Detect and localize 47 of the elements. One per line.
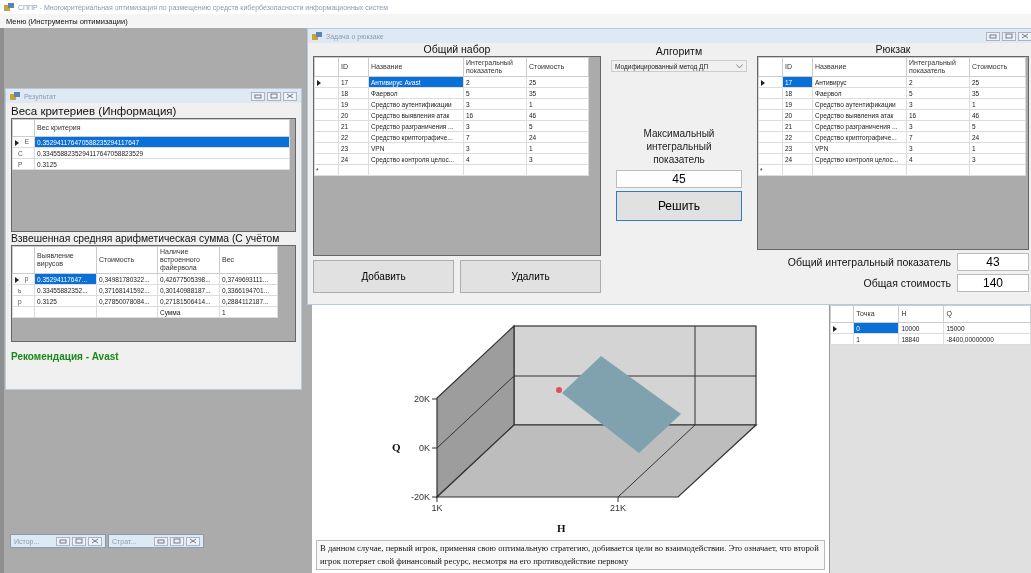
delete-button[interactable]: Удалить bbox=[460, 260, 601, 293]
row-header[interactable] bbox=[758, 76, 783, 88]
row-header[interactable] bbox=[314, 76, 339, 88]
total-index-label: Общий интегральный показатель bbox=[787, 256, 951, 268]
section-heading: Рюкзак bbox=[875, 43, 911, 56]
minimize-button[interactable] bbox=[251, 91, 265, 101]
current-row-icon bbox=[15, 276, 19, 283]
algorithm-label: Алгоритм bbox=[655, 45, 703, 58]
current-row-icon bbox=[15, 139, 19, 146]
total-cost-label: Общая стоимость bbox=[863, 277, 951, 289]
close-button[interactable] bbox=[88, 536, 102, 546]
app-icon bbox=[312, 31, 322, 41]
restore-button[interactable] bbox=[72, 536, 86, 546]
add-button[interactable]: Добавить bbox=[313, 260, 454, 293]
minimize-button[interactable] bbox=[986, 31, 1000, 41]
axis-title: Q bbox=[392, 441, 401, 453]
row-header[interactable] bbox=[830, 322, 854, 334]
current-row-icon bbox=[761, 79, 765, 86]
close-button[interactable] bbox=[1018, 31, 1031, 41]
axis-tick-label: 20K bbox=[414, 394, 430, 404]
close-button[interactable] bbox=[283, 91, 297, 101]
current-row-icon bbox=[833, 325, 837, 332]
axis-title: H bbox=[557, 522, 566, 534]
section-heading: Веса критериев (Информация) bbox=[11, 105, 178, 117]
app-icon bbox=[4, 2, 14, 12]
max-index-field[interactable]: 45 bbox=[616, 170, 742, 188]
section-heading: Общий набор bbox=[423, 43, 491, 56]
solve-button[interactable]: Решить bbox=[616, 191, 742, 221]
axis-tick-label: 1K bbox=[431, 503, 443, 513]
conclusion-text: В данном случае, первый игрок, применяя свою оптимальную стратегию, добивается цели во взаимодействии. Это означает, что второй игрок потеряет свой финансовый ресурс, несмотря на его противодействие первому bbox=[316, 540, 825, 570]
close-button[interactable] bbox=[186, 536, 200, 546]
minimize-button[interactable] bbox=[154, 536, 168, 546]
axis-tick-label: -20K bbox=[411, 492, 430, 502]
minimize-button[interactable] bbox=[56, 536, 70, 546]
current-row-icon bbox=[317, 79, 321, 86]
recommendation-text: Рекомендация - Avast bbox=[11, 351, 120, 362]
app-icon bbox=[10, 91, 20, 101]
section-heading: Взвешенная средняя арифметическая сумма (С учётом bbox=[11, 233, 281, 244]
total-index-field[interactable]: 43 bbox=[957, 253, 1029, 271]
axis-tick-label: 0K bbox=[419, 443, 430, 453]
max-index-label: Максимальный интегральный показатель bbox=[642, 127, 716, 166]
restore-button[interactable] bbox=[267, 91, 281, 101]
axis-tick-label: 21K bbox=[610, 503, 626, 513]
total-cost-field[interactable]: 140 bbox=[957, 274, 1029, 292]
restore-button[interactable] bbox=[1002, 31, 1016, 41]
chevron-down-icon bbox=[736, 63, 743, 69]
restore-button[interactable] bbox=[170, 536, 184, 546]
